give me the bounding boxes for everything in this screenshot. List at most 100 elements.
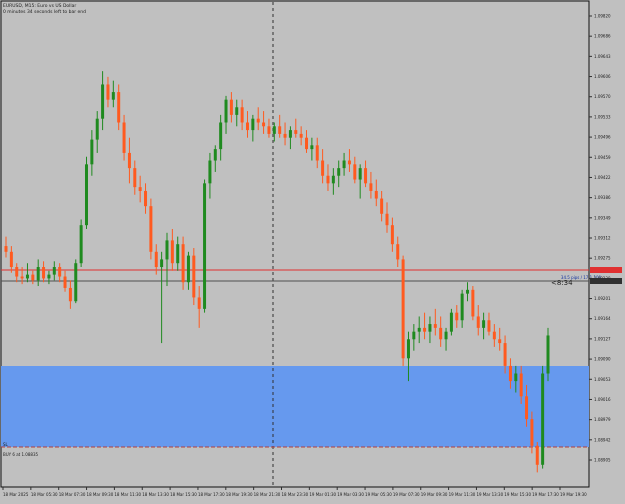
- bear-candle: [229, 99, 233, 115]
- time-label: 18 Mar 05:30: [31, 492, 58, 497]
- chart-window[interactable]: EURUSD, M15: Euro vs US Dollar 0 minutes…: [0, 0, 625, 500]
- bear-candle: [197, 297, 201, 309]
- bull-candle: [95, 118, 99, 140]
- bear-candle: [192, 255, 196, 298]
- bull-candle: [47, 274, 51, 279]
- bull-candle: [466, 289, 470, 294]
- bear-candle: [471, 289, 475, 317]
- bull-candle: [428, 324, 432, 332]
- bull-candle: [251, 118, 255, 131]
- bear-candle: [530, 419, 534, 446]
- bear-candle: [42, 267, 46, 279]
- bear-candle: [283, 133, 287, 138]
- bull-candle: [79, 225, 83, 264]
- price-label: 1.09090: [594, 357, 611, 362]
- bear-candle: [519, 373, 523, 397]
- bear-candle: [122, 122, 126, 153]
- time-label: 18 Mar 13:30: [142, 492, 169, 497]
- time-label: 19 Mar 13:30: [476, 492, 503, 497]
- price-label: 1.09275: [594, 256, 611, 261]
- bull-candle: [74, 263, 78, 302]
- bear-candle: [278, 126, 282, 134]
- bull-candle: [358, 168, 362, 180]
- time-label: 19 Mar 03:30: [337, 492, 364, 497]
- bear-candle: [170, 240, 174, 264]
- countdown-label: <8:34: [551, 279, 573, 287]
- bull-candle: [25, 274, 29, 279]
- bear-candle: [492, 331, 496, 340]
- bull-candle: [84, 164, 88, 226]
- bear-candle: [15, 267, 19, 277]
- bull-candle: [186, 255, 190, 283]
- bull-candle: [101, 84, 105, 119]
- bull-candle: [176, 244, 180, 264]
- bull-candle: [331, 175, 335, 184]
- price-label: 1.09201: [594, 296, 611, 301]
- bull-candle: [203, 183, 207, 309]
- price-label: 1.09053: [594, 377, 611, 382]
- bear-candle: [353, 164, 357, 180]
- time-label: 19 Mar 09:30: [421, 492, 448, 497]
- price-label: 1.09386: [594, 195, 611, 200]
- bull-candle: [417, 327, 421, 332]
- price-label: 1.09164: [594, 316, 611, 321]
- time-label: 18 Mar 23:30: [282, 492, 309, 497]
- price-label: 1.09820: [594, 14, 611, 19]
- price-label: 1.08905: [594, 458, 611, 463]
- ask-price-tag: [590, 267, 622, 273]
- bear-candle: [4, 246, 8, 252]
- time-label: 18 Mar 17:30: [198, 492, 225, 497]
- symbol-title: EURUSD, M15: Euro vs US Dollar: [3, 3, 76, 9]
- bear-candle: [503, 343, 507, 366]
- bear-candle: [256, 118, 260, 123]
- price-label: 1.08942: [594, 437, 611, 442]
- time-label: 18 Mar 19:30: [226, 492, 253, 497]
- price-label: 1.09349: [594, 215, 611, 220]
- bear-candle: [262, 122, 266, 127]
- price-label: 1.09643: [594, 54, 611, 59]
- bear-candle: [498, 339, 502, 344]
- bid-price-tag: [590, 278, 622, 284]
- time-label: 18 Mar 11:30: [114, 492, 141, 497]
- bull-candle: [541, 373, 545, 465]
- bear-candle: [63, 276, 67, 288]
- bear-candle: [374, 190, 378, 199]
- price-label: 1.09312: [594, 236, 611, 241]
- sl-label: SL: [3, 442, 9, 447]
- bear-candle: [299, 133, 303, 138]
- bear-candle: [181, 244, 185, 283]
- bear-candle: [535, 445, 539, 465]
- time-label: 18 Mar 21:30: [254, 492, 281, 497]
- bear-candle: [127, 152, 131, 169]
- bear-candle: [439, 327, 443, 340]
- price-label: 1.08979: [594, 417, 611, 422]
- bull-candle: [449, 312, 453, 332]
- time-axis: 18 Mar 2025 18 Mar 05:30 18 Mar 07:30 18 Ma…: [2, 487, 587, 497]
- bear-candle: [525, 396, 529, 420]
- time-label: 19 Mar 17:30: [532, 492, 559, 497]
- time-label: 18 Mar 09:30: [87, 492, 114, 497]
- bear-candle: [245, 122, 249, 131]
- time-label: 19 Mar 07:30: [393, 492, 420, 497]
- time-label: 18 Mar 2025: [3, 492, 29, 497]
- bull-candle: [165, 240, 169, 260]
- bear-candle: [385, 213, 389, 226]
- price-label: 1.09127: [594, 336, 611, 341]
- bear-candle: [154, 251, 158, 268]
- buy-order-label: BUY 6 at 1.08835: [3, 452, 38, 457]
- bull-candle: [460, 293, 464, 321]
- bear-candle: [369, 183, 373, 191]
- bear-candle: [401, 259, 405, 359]
- bear-candle: [476, 316, 480, 328]
- bear-candle: [31, 274, 35, 281]
- price-label: 1.09459: [594, 155, 611, 160]
- bear-candle: [149, 206, 153, 252]
- bull-candle: [482, 320, 486, 328]
- price-axis: 1.09820 1.09686 1.09643 1.09606 1.09570 1.095…: [589, 14, 611, 463]
- bull-candle: [224, 99, 228, 123]
- bear-candle: [133, 168, 137, 188]
- bull-candle: [288, 130, 292, 138]
- bull-candle: [412, 331, 416, 340]
- bull-candle: [160, 259, 164, 268]
- time-label: 18 Mar 15:30: [170, 492, 197, 497]
